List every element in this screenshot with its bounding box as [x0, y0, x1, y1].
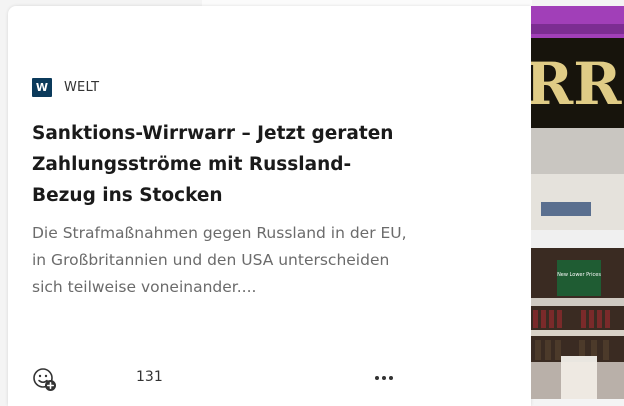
shelf-sign-text: New Lower Prices: [557, 272, 601, 278]
news-card[interactable]: W WELT Sanktions-Wirrwarr – Jetzt gerate…: [8, 6, 531, 406]
source-row: W WELT: [32, 77, 99, 97]
store-sign-text: RRI: [531, 50, 624, 118]
article-snippet: Die Strafmaßnahmen gegen Russland in der…: [32, 224, 407, 296]
source-name[interactable]: WELT: [64, 80, 99, 95]
more-options-icon[interactable]: [372, 366, 396, 390]
reaction-count: 131: [136, 369, 163, 385]
article-image[interactable]: RRI New Lower Prices: [531, 6, 624, 399]
welt-logo: W: [32, 77, 52, 97]
card-footer: 131: [32, 364, 432, 392]
article-headline[interactable]: Sanktions-Wirrwarr – Jetzt geraten Zahlu…: [32, 118, 412, 211]
add-reaction-icon[interactable]: [32, 367, 58, 393]
